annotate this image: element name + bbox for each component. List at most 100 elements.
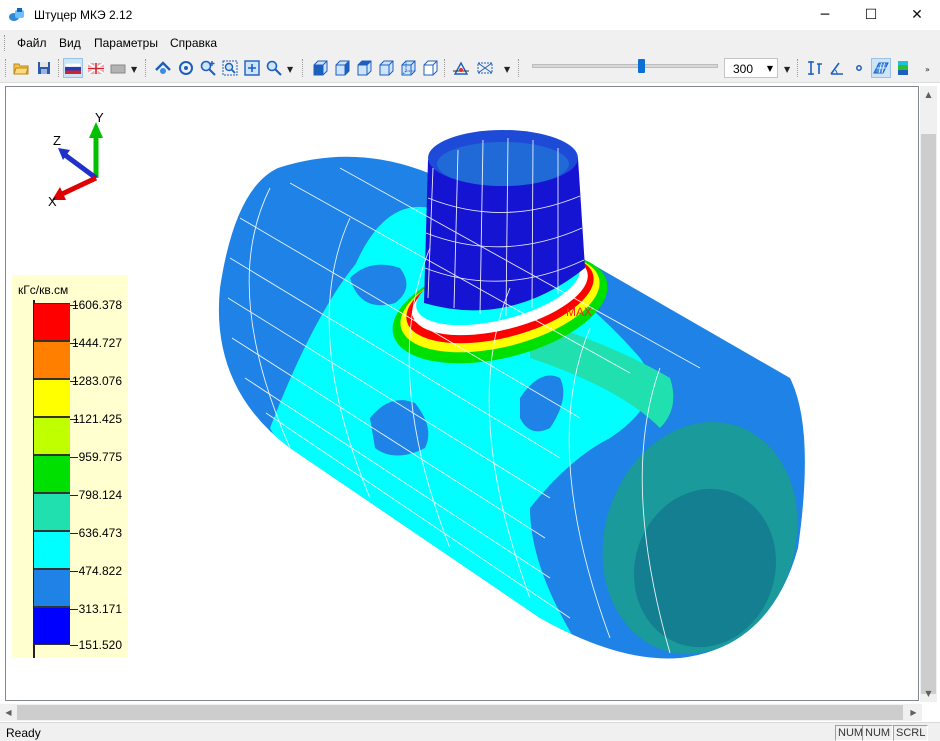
- legend-tick: 1121.425: [72, 412, 122, 426]
- legend-swatch-1: [34, 303, 70, 341]
- legend-swatch-9: [34, 607, 70, 645]
- angle-icon[interactable]: [827, 58, 847, 78]
- perspective-icon[interactable]: [475, 58, 495, 78]
- legend-tick: 1606.378: [71, 298, 122, 312]
- legend-tick: 474.822: [78, 564, 122, 578]
- flag-uk-icon[interactable]: [86, 58, 106, 78]
- zoom-combo[interactable]: 300 ▼: [724, 58, 778, 78]
- scroll-up-icon[interactable]: ▲: [920, 86, 937, 103]
- view-back-icon[interactable]: [332, 58, 352, 78]
- print-icon[interactable]: [108, 58, 128, 78]
- point-icon[interactable]: [849, 58, 869, 78]
- legend-tick: 1444.727: [71, 336, 122, 350]
- axes-view-icon[interactable]: [451, 58, 471, 78]
- legend-tickmark: [70, 457, 78, 458]
- toolbar-grip: [5, 59, 6, 77]
- nozzle-inner: [437, 142, 569, 186]
- status-text: Ready: [6, 726, 41, 740]
- pan-icon[interactable]: [153, 58, 173, 78]
- legend-swatch-6: [34, 493, 70, 531]
- scroll-right-icon[interactable]: ▶: [905, 704, 922, 721]
- colormap-icon[interactable]: [893, 58, 913, 78]
- dimension-icon[interactable]: [805, 58, 825, 78]
- axis-z-label: Z: [53, 133, 61, 148]
- zoom-pan-icon[interactable]: [264, 58, 284, 78]
- zoom-in-icon[interactable]: [198, 58, 218, 78]
- menu-params[interactable]: Параметры: [94, 36, 158, 50]
- legend-tickmark: [70, 645, 78, 646]
- perspective-dropdown-icon[interactable]: ▼: [504, 65, 510, 74]
- zoom-window-icon[interactable]: [220, 58, 240, 78]
- horizontal-scroll-thumb[interactable]: [17, 705, 903, 720]
- toolbar-separator: [58, 59, 59, 77]
- legend-tickmark: [70, 571, 78, 572]
- scroll-down-icon[interactable]: ▼: [920, 685, 937, 702]
- save-disk-icon[interactable]: [34, 58, 54, 78]
- slider-track[interactable]: [532, 64, 718, 68]
- menu-view[interactable]: Вид: [59, 36, 81, 50]
- legend-tickmark: [70, 533, 78, 534]
- legend-tick: 798.124: [78, 488, 122, 502]
- scroll-left-icon[interactable]: ◀: [0, 704, 17, 721]
- legend-tick: 151.520: [78, 638, 122, 652]
- toolbar-separator: [444, 59, 445, 77]
- toolbar-separator: [797, 59, 798, 77]
- open-folder-icon[interactable]: [11, 58, 31, 78]
- legend-swatch-5: [34, 455, 70, 493]
- axis-y-label: Y: [95, 110, 104, 125]
- print-dropdown-icon[interactable]: ▼: [131, 65, 137, 74]
- app-icon: [9, 8, 24, 21]
- legend-swatch-3: [34, 379, 70, 417]
- legend-tickmark: [70, 495, 78, 496]
- toolbar-overflow-icon[interactable]: »: [925, 65, 930, 74]
- chevron-down-icon[interactable]: ▼: [767, 64, 773, 73]
- menu-help[interactable]: Справка: [170, 36, 217, 50]
- max-stress-label: MAX: [566, 305, 593, 319]
- toolbar-separator: [518, 59, 519, 77]
- horizontal-scrollbar[interactable]: ◀ ▶: [0, 704, 922, 721]
- menu-file[interactable]: Файл: [17, 36, 47, 50]
- status-bar: Ready NUM NUM SCRL: [0, 722, 940, 741]
- menu-bar: Файл Вид Параметры Справка: [0, 31, 940, 55]
- legend-swatch-2: [34, 341, 70, 379]
- legend-swatch-4: [34, 417, 70, 455]
- view-left-icon[interactable]: [354, 58, 374, 78]
- maximize-button[interactable]: ☐: [848, 0, 894, 30]
- legend-tick: 313.171: [78, 602, 122, 616]
- stress-legend: кГс/кв.см 1606.378 1444.727 1283.076 112…: [12, 275, 128, 658]
- view-bottom-icon[interactable]: [420, 58, 440, 78]
- toolbar-separator: [302, 59, 303, 77]
- flag-russia-icon[interactable]: [63, 58, 83, 78]
- zoom-dropdown-icon[interactable]: ▼: [287, 65, 293, 74]
- toolbar: ▼ ▼ ▼ »: [0, 55, 940, 83]
- legend-tick: 636.473: [78, 526, 122, 540]
- toolbar-separator: [145, 59, 146, 77]
- legend-tickmark: [70, 609, 78, 610]
- title-bar: Штуцер МКЭ 2.12 ─ ☐ ✕: [0, 0, 940, 31]
- status-pane-num-2: NUM: [862, 725, 894, 741]
- zoom-combo-value: 300: [733, 62, 754, 76]
- fea-model[interactable]: [200, 128, 810, 668]
- vertical-scrollbar[interactable]: ▲ ▼: [920, 86, 937, 702]
- window-title: Штуцер МКЭ 2.12: [34, 8, 133, 22]
- vertical-scroll-thumb[interactable]: [921, 134, 936, 694]
- legend-tick: 1283.076: [71, 374, 122, 388]
- fit-icon[interactable]: [242, 58, 262, 78]
- legend-swatch-7: [34, 531, 70, 569]
- view-right-icon[interactable]: [376, 58, 396, 78]
- view-top-icon[interactable]: [398, 58, 418, 78]
- minimize-button[interactable]: ─: [802, 0, 848, 30]
- slider-thumb[interactable]: [637, 59, 645, 73]
- combo-extra-dropdown-icon[interactable]: ▼: [784, 65, 790, 74]
- legend-unit: кГс/кв.см: [18, 283, 69, 297]
- view-front-icon[interactable]: [310, 58, 330, 78]
- axis-x-label: X: [48, 194, 57, 208]
- status-pane-scrl: SCRL: [893, 725, 929, 741]
- rotate-icon[interactable]: [176, 58, 196, 78]
- legend-tick: 959.775: [78, 450, 122, 464]
- legend-swatch-8: [34, 569, 70, 607]
- axes-triad: Y Z X: [48, 110, 104, 208]
- menu-grip: [4, 35, 7, 51]
- close-button[interactable]: ✕: [894, 0, 940, 30]
- mesh-shaded-icon[interactable]: [871, 58, 891, 78]
